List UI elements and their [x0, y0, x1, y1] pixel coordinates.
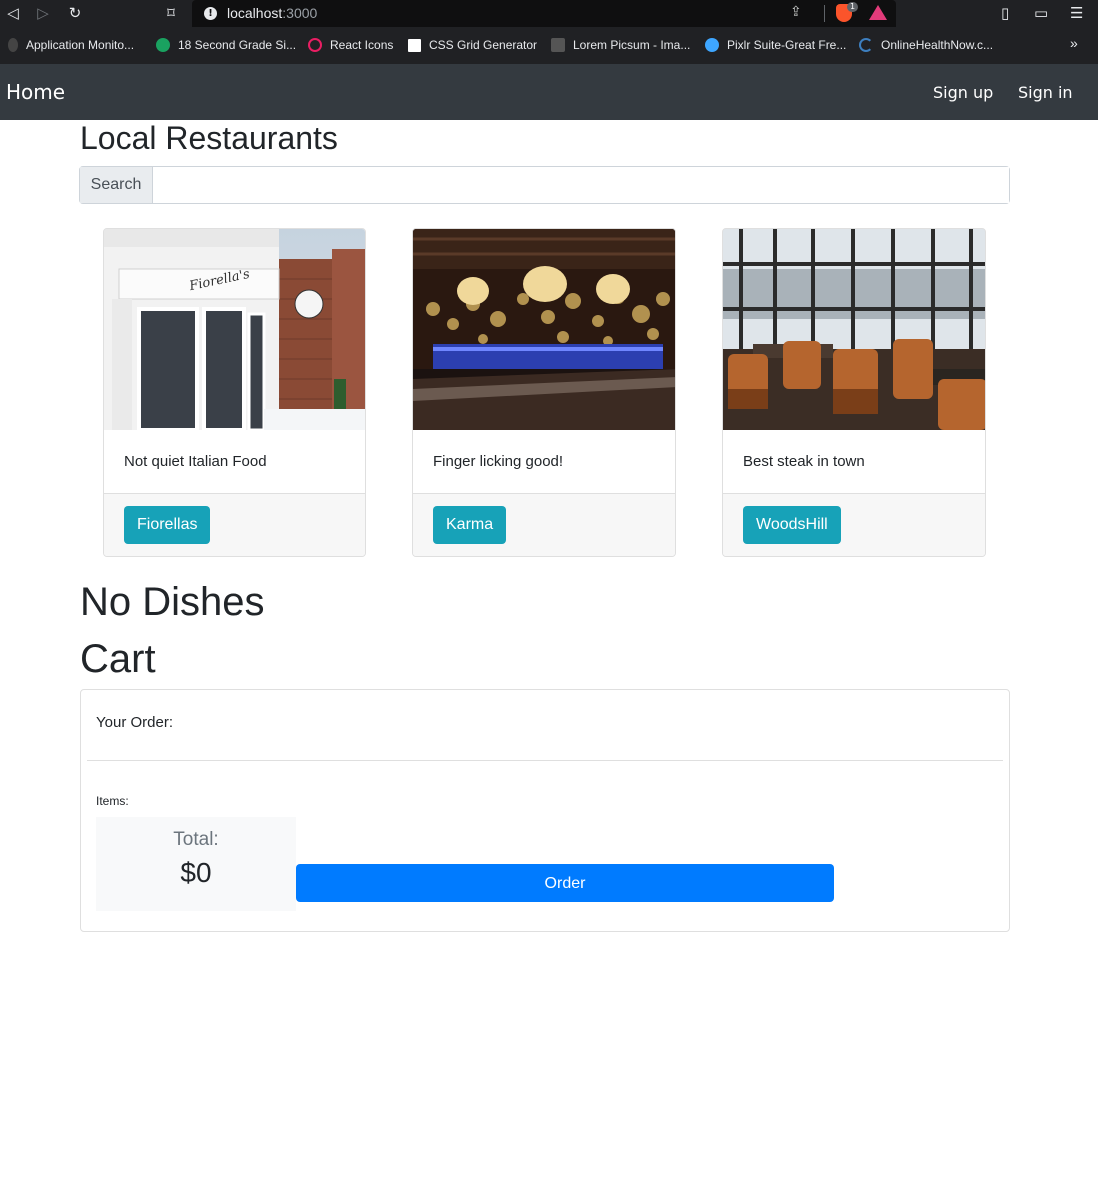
signin-link[interactable]: Sign in	[1018, 83, 1073, 102]
app-navbar: Home Sign up Sign in	[0, 64, 1098, 120]
restaurant-card: Finger licking good! Karma	[412, 228, 676, 557]
monitor-icon	[8, 38, 18, 52]
cart-heading: Cart	[80, 637, 156, 681]
back-icon[interactable]: ◁	[3, 3, 23, 23]
restaurant-card: Best steak in town WoodsHill	[722, 228, 986, 557]
health-icon	[859, 38, 873, 52]
bookmark-item[interactable]: React Icons	[308, 38, 393, 52]
restaurant-button[interactable]: WoodsHill	[743, 506, 841, 544]
card-footer: Fiorellas	[104, 494, 365, 556]
bookmark-label: Lorem Picsum - Ima...	[573, 38, 691, 52]
restaurant-button[interactable]: Karma	[433, 506, 507, 544]
bookmark-label: CSS Grid Generator	[429, 38, 538, 52]
restaurant-description: Finger licking good!	[413, 430, 675, 494]
page-title: Local Restaurants	[80, 120, 338, 156]
restaurant-description: Best steak in town	[723, 430, 985, 494]
no-dishes-heading: No Dishes	[80, 580, 265, 624]
bookmark-icon[interactable]: ⌑	[161, 3, 181, 23]
shields-badge: 1	[847, 2, 859, 12]
bookmark-item[interactable]: Lorem Picsum - Ima...	[551, 38, 690, 52]
site-info-icon[interactable]: !	[204, 7, 217, 20]
wallet-icon[interactable]: ▭	[1034, 4, 1048, 22]
bookmark-label: React Icons	[330, 38, 394, 52]
toolbar-divider	[824, 5, 825, 22]
restaurant-description: Not quiet Italian Food	[104, 430, 365, 494]
sidebar-icon[interactable]: ▯	[1001, 4, 1009, 22]
bookmark-label: Application Monito...	[26, 38, 135, 52]
forward-icon[interactable]: ▷	[33, 3, 53, 23]
total-label: Total:	[173, 829, 219, 850]
card-footer: WoodsHill	[723, 494, 985, 556]
brave-rewards-icon[interactable]	[869, 5, 887, 20]
restaurant-button[interactable]: Fiorellas	[124, 506, 211, 544]
react-icon	[308, 38, 322, 52]
menu-icon[interactable]: ☰	[1070, 4, 1083, 22]
more-bookmarks-icon[interactable]: »	[1070, 35, 1078, 51]
your-order-label: Your Order:	[96, 714, 173, 731]
bookmark-item[interactable]: CSS Grid Generator	[408, 38, 537, 52]
search-group: Search	[79, 166, 1010, 204]
picsum-icon	[551, 38, 565, 52]
bookmarks-bar: Application Monito... 18 Second Grade Si…	[0, 27, 1098, 64]
grid-icon	[408, 39, 421, 52]
browser-toolbar: ◁ ▷ ↻ ⌑ ! localhost:3000 ⇪ 1 ▯ ▭ ☰	[0, 0, 1098, 27]
search-label: Search	[80, 167, 153, 203]
items-label: Items:	[96, 794, 129, 808]
bookmark-item[interactable]: 18 Second Grade Si...	[156, 38, 296, 52]
restaurant-image	[413, 229, 675, 430]
cart-card: Your Order: Items: Total: $0 Order	[80, 689, 1010, 932]
cart-divider	[87, 760, 1003, 761]
total-box: Total: $0	[96, 817, 296, 911]
grade-icon	[156, 38, 170, 52]
bookmark-label: Pixlr Suite-Great Fre...	[727, 38, 847, 52]
search-input[interactable]	[153, 167, 1009, 203]
pixlr-icon	[705, 38, 719, 52]
restaurant-image: Fiorella's	[104, 229, 365, 430]
restaurant-image	[723, 229, 985, 430]
url-text: localhost:3000	[227, 5, 317, 21]
card-footer: Karma	[413, 494, 675, 556]
bookmark-label: OnlineHealthNow.c...	[881, 38, 994, 52]
share-icon[interactable]: ⇪	[790, 4, 802, 20]
address-bar[interactable]: ! localhost:3000 ⇪ 1	[192, 0, 896, 27]
reload-icon[interactable]: ↻	[65, 3, 85, 23]
total-value: $0	[180, 857, 212, 888]
url-port: :3000	[282, 5, 318, 21]
bookmark-item[interactable]: Application Monito...	[8, 38, 134, 52]
url-host: localhost	[227, 5, 283, 21]
restaurant-card: Fiorella's Not quiet Italian Food Fiorel…	[103, 228, 366, 557]
order-button[interactable]: Order	[296, 864, 834, 902]
signup-link[interactable]: Sign up	[933, 83, 993, 102]
home-link[interactable]: Home	[6, 80, 65, 104]
bookmark-label: 18 Second Grade Si...	[178, 38, 297, 52]
bookmark-item[interactable]: Pixlr Suite-Great Fre...	[705, 38, 846, 52]
bookmark-item[interactable]: OnlineHealthNow.c...	[859, 38, 993, 52]
